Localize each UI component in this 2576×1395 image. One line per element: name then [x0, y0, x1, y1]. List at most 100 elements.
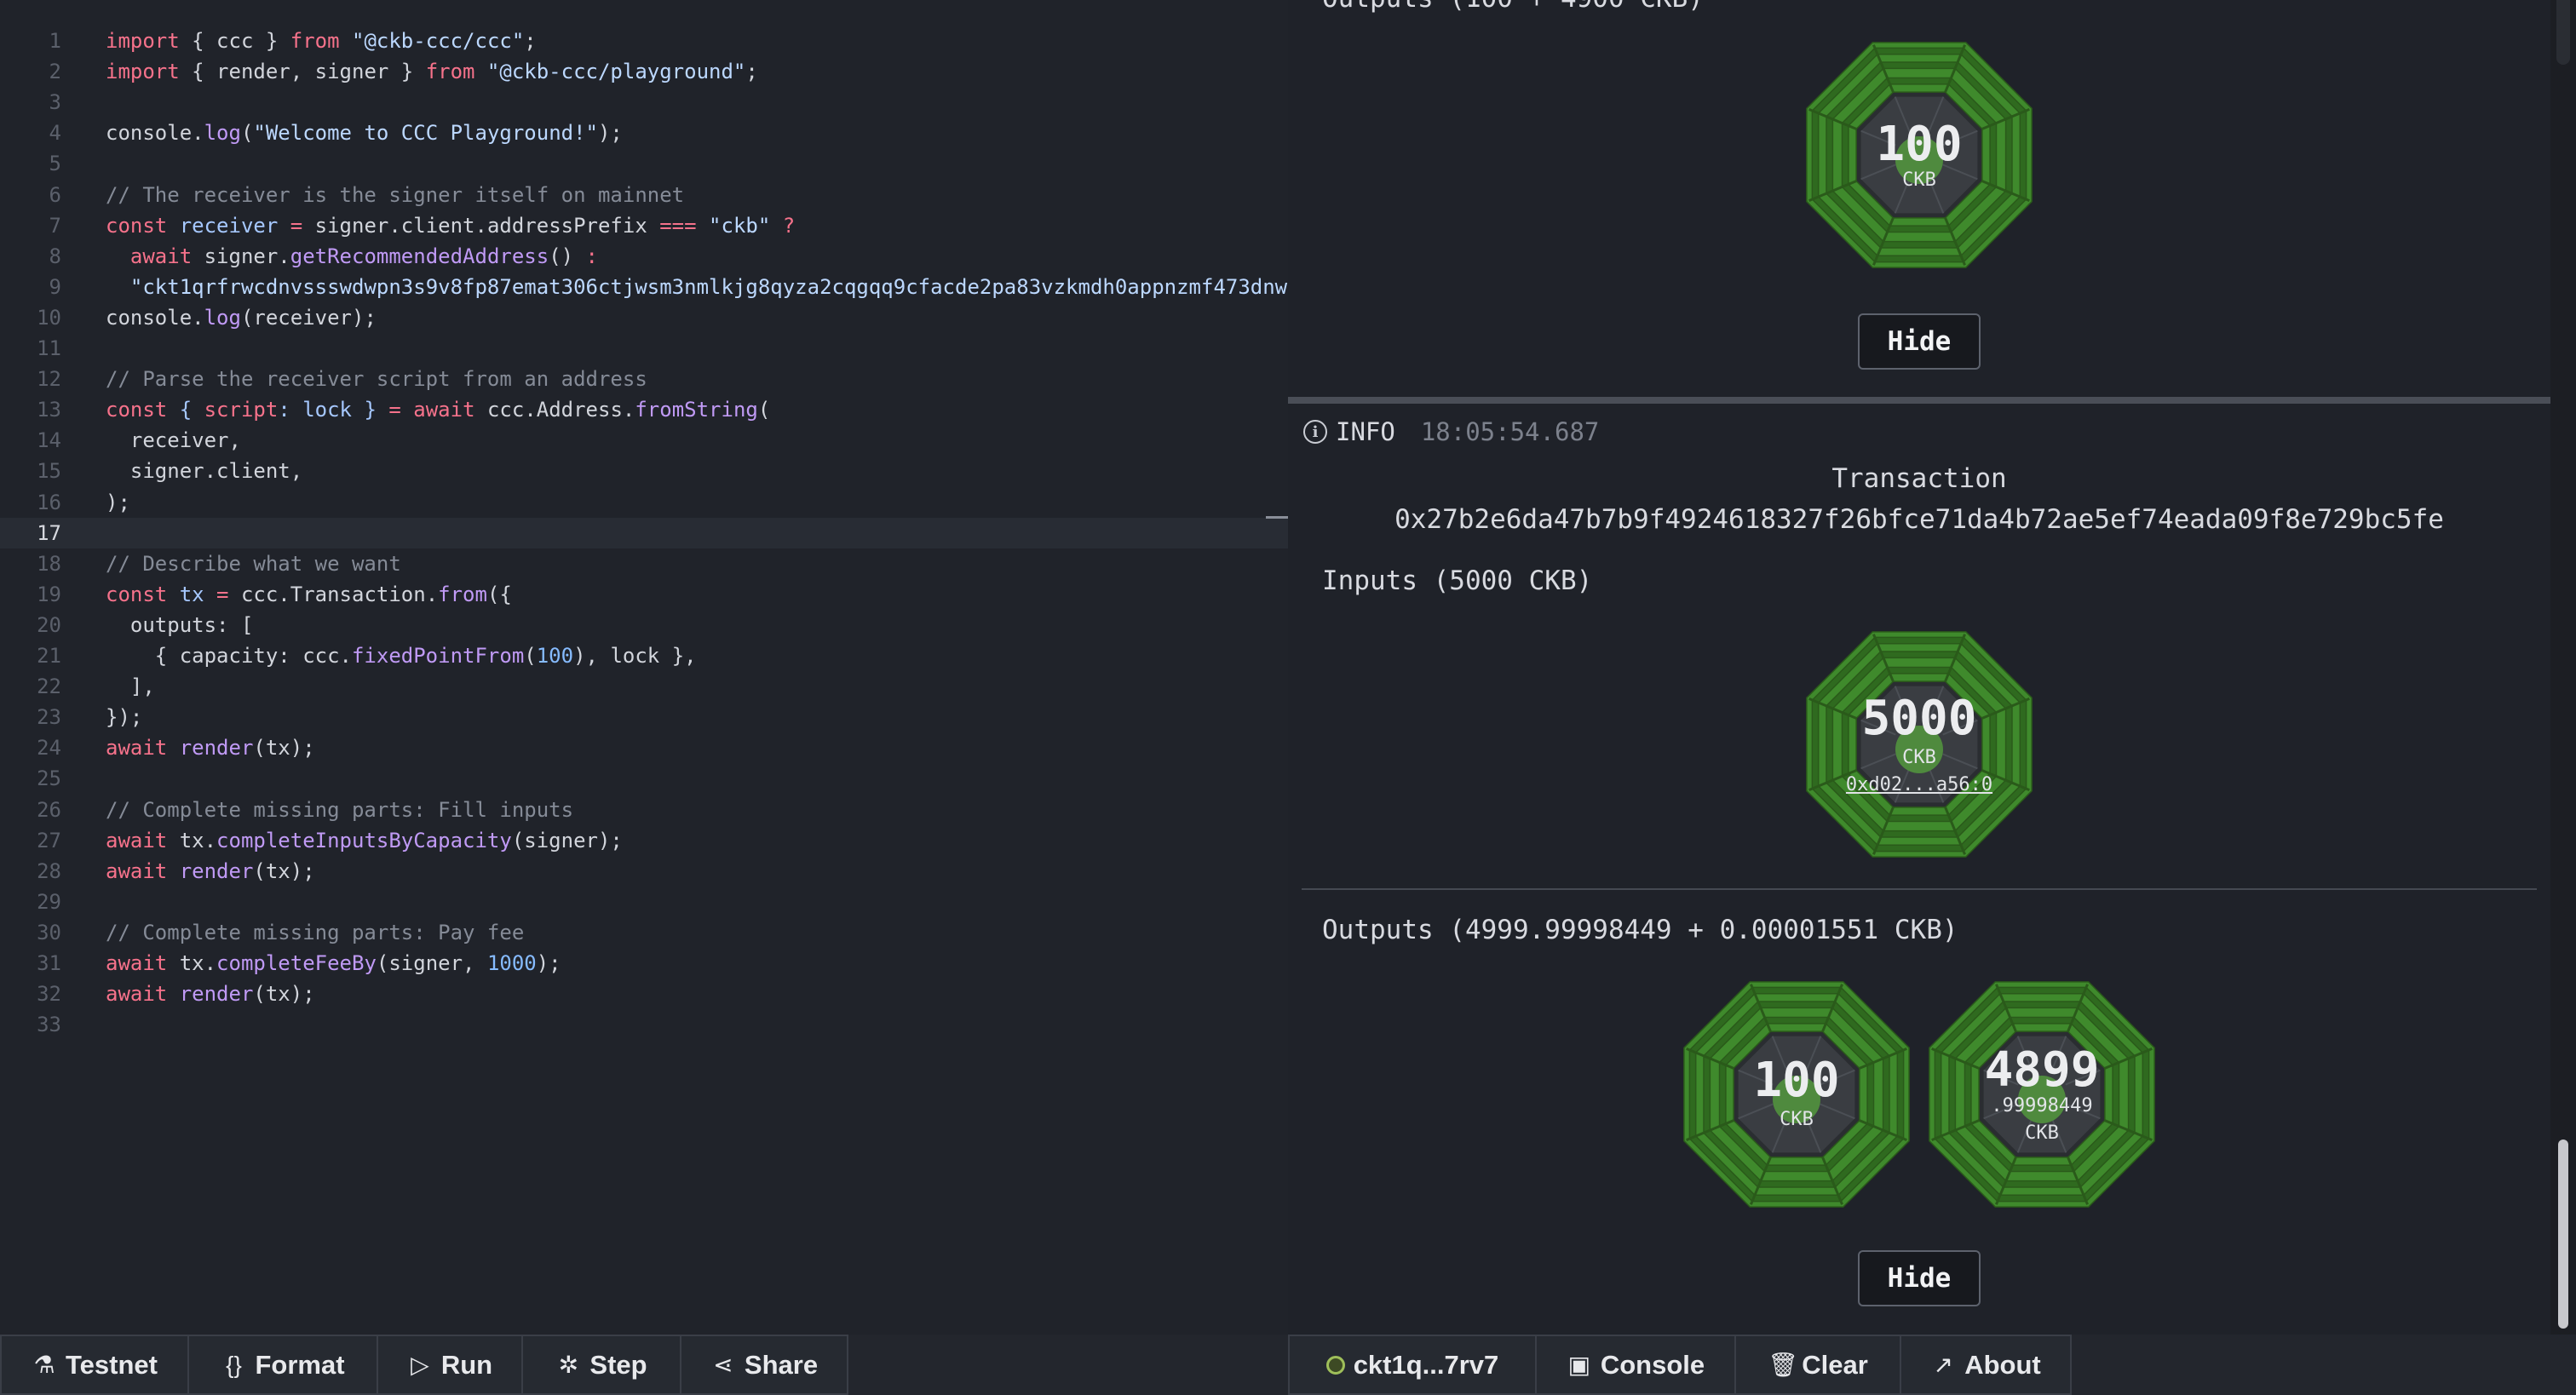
code-token: getRecommendedAddress [290, 244, 549, 268]
code-line[interactable]: 27 await tx.completeInputsByCapacity(sign… [0, 825, 1288, 856]
code-token: (signer); [511, 828, 623, 852]
share-button[interactable]: ⋖ Share [680, 1335, 848, 1395]
code-line[interactable]: 16); [0, 487, 1288, 518]
hide-button[interactable]: Hide [1858, 1250, 1981, 1306]
code-text: await signer.getRecommendedAddress() : [106, 241, 598, 272]
code-line[interactable]: 24 await render(tx); [0, 732, 1288, 763]
signer-icon [1325, 1355, 1345, 1375]
code-line[interactable]: 3 [0, 87, 1288, 118]
code-line[interactable]: 7 const receiver = signer.client.addressP… [0, 210, 1288, 241]
code-line[interactable]: 11 [0, 333, 1288, 364]
signer-button[interactable]: ckt1q...7rv7 [1288, 1335, 1537, 1395]
code-token: "ckt1qrfrwcdnvssswdwpn3s9v8fp87emat306ct… [129, 274, 1288, 299]
scrollbar-edge [2556, 0, 2570, 65]
code-line[interactable]: 12 // Parse the receiver script from an a… [0, 364, 1288, 394]
code-token: = [216, 582, 229, 606]
code-text: }); [106, 702, 142, 732]
code-line[interactable]: 5 [0, 148, 1288, 179]
info-icon: i [1303, 420, 1327, 444]
code-token: { ccc } [179, 29, 290, 53]
code-editor[interactable]: 1 import { ccc } from "@ckb-ccc/ccc"; 2 imp… [0, 0, 1288, 1335]
scrollbar-track[interactable] [2550, 0, 2576, 1335]
code-token: tx. [167, 828, 217, 852]
code-token: // Describe what we want [106, 551, 401, 576]
code-line[interactable]: 15 signer.client, [0, 456, 1288, 486]
clear-button[interactable]: 🗑 Clear [1734, 1335, 1901, 1395]
code-token: // The receiver is the signer itself on … [106, 182, 685, 207]
code-line[interactable]: 1 import { ccc } from "@ckb-ccc/ccc"; [0, 26, 1288, 56]
code-line[interactable]: 26 // Complete missing parts: Fill inputs [0, 795, 1288, 825]
code-line[interactable]: 21 { capacity: ccc.fixedPointFrom(100), … [0, 640, 1288, 671]
code-line[interactable]: 4 console.log("Welcome to CCC Playground!… [0, 118, 1288, 148]
code-line[interactable]: 20 outputs: [ [0, 610, 1288, 640]
code-line[interactable]: 17 [0, 517, 1288, 548]
code-line[interactable]: 25 [0, 763, 1288, 794]
about-button[interactable]: ↗ About [1900, 1335, 2072, 1395]
code-token: const [106, 398, 168, 422]
code-line[interactable]: 10 console.log(receiver); [0, 302, 1288, 333]
code-token: tx [167, 582, 217, 606]
code-line[interactable]: 28 await render(tx); [0, 856, 1288, 887]
run-button[interactable]: ▷ Run [377, 1335, 523, 1395]
outputs-heading: Outputs (4999.99998449 + 0.00001551 CKB) [1322, 915, 1958, 945]
output-cell[interactable]: 100 CKB [1683, 981, 1910, 1208]
line-number: 25 [37, 766, 61, 791]
code-line[interactable]: 18 // Describe what we want [0, 548, 1288, 579]
log-divider [1288, 397, 2550, 404]
line-number: 12 [37, 367, 61, 392]
line-number: 9 [49, 274, 61, 299]
code-line[interactable]: 14 receiver, [0, 425, 1288, 456]
input-cell[interactable]: 5000 CKB 0xd02...a56:0 [1806, 631, 2033, 858]
code-line[interactable]: 33 [0, 1009, 1288, 1040]
code-token: const [106, 213, 168, 238]
output-cell[interactable]: 4899 .99998449 CKB [1929, 981, 2155, 1208]
line-number: 1 [49, 29, 61, 53]
testnet-button[interactable]: ⚗ Testnet [0, 1335, 189, 1395]
code-text: // Complete missing parts: Fill inputs [106, 795, 573, 825]
code-line[interactable]: 29 [0, 887, 1288, 917]
code-token: receiver, [106, 428, 241, 453]
code-line[interactable]: 22 ], [0, 671, 1288, 702]
step-button[interactable]: ✲ Step [521, 1335, 681, 1395]
code-token: signer.client, [106, 459, 303, 484]
code-line[interactable]: 31 await tx.completeFeeBy(signer, 1000); [0, 948, 1288, 979]
code-token: { [167, 398, 204, 422]
testnet-label: Testnet [66, 1349, 158, 1380]
line-number: 10 [37, 305, 61, 330]
cell-amount: 4899 [1984, 1042, 2100, 1098]
line-number: 17 [37, 520, 61, 545]
line-number: 27 [37, 828, 61, 852]
code-line[interactable]: 2 import { render, signer } from "@ckb-cc… [0, 56, 1288, 87]
code-text: const tx = ccc.Transaction.from({ [106, 579, 512, 610]
code-line[interactable]: 8 await signer.getRecommendedAddress() : [0, 241, 1288, 272]
code-line[interactable]: 30 // Complete missing parts: Pay fee [0, 917, 1288, 948]
line-number: 22 [37, 675, 61, 699]
hide-button[interactable]: Hide [1858, 313, 1981, 370]
code-line[interactable]: 23}); [0, 702, 1288, 732]
code-line[interactable]: 6 // The receiver is the signer itself on… [0, 180, 1288, 210]
code-token: : lock } [278, 398, 389, 422]
line-number: 5 [49, 152, 61, 176]
line-number: 33 [37, 1013, 61, 1037]
code-token: ccc.Transaction. [228, 582, 439, 606]
code-token: // Complete missing parts: Pay fee [106, 920, 525, 944]
log-level: INFO [1336, 417, 1395, 446]
code-line[interactable]: 13 const { script: lock } = await ccc.Add… [0, 394, 1288, 425]
console-button[interactable]: ▣ Console [1535, 1335, 1736, 1395]
cell-unit: CKB [1902, 747, 1936, 768]
code-line[interactable]: 19 const tx = ccc.Transaction.from({ [0, 579, 1288, 610]
code-token: ( [524, 644, 537, 668]
code-line[interactable]: 9 "ckt1qrfrwcdnvssswdwpn3s9v8fp87emat306… [0, 272, 1288, 302]
format-button[interactable]: {} Format [187, 1335, 378, 1395]
code-text: // Complete missing parts: Pay fee [106, 917, 524, 948]
cell-100[interactable]: 100 CKB [1806, 42, 2033, 268]
code-line[interactable]: 32 await render(tx); [0, 979, 1288, 1009]
scrollbar-thumb[interactable] [2558, 1140, 2568, 1329]
code-token: console. [106, 305, 204, 330]
cell-outpoint-link[interactable]: 0xd02...a56:0 [1806, 774, 2033, 795]
code-token: 1000 [486, 951, 537, 975]
